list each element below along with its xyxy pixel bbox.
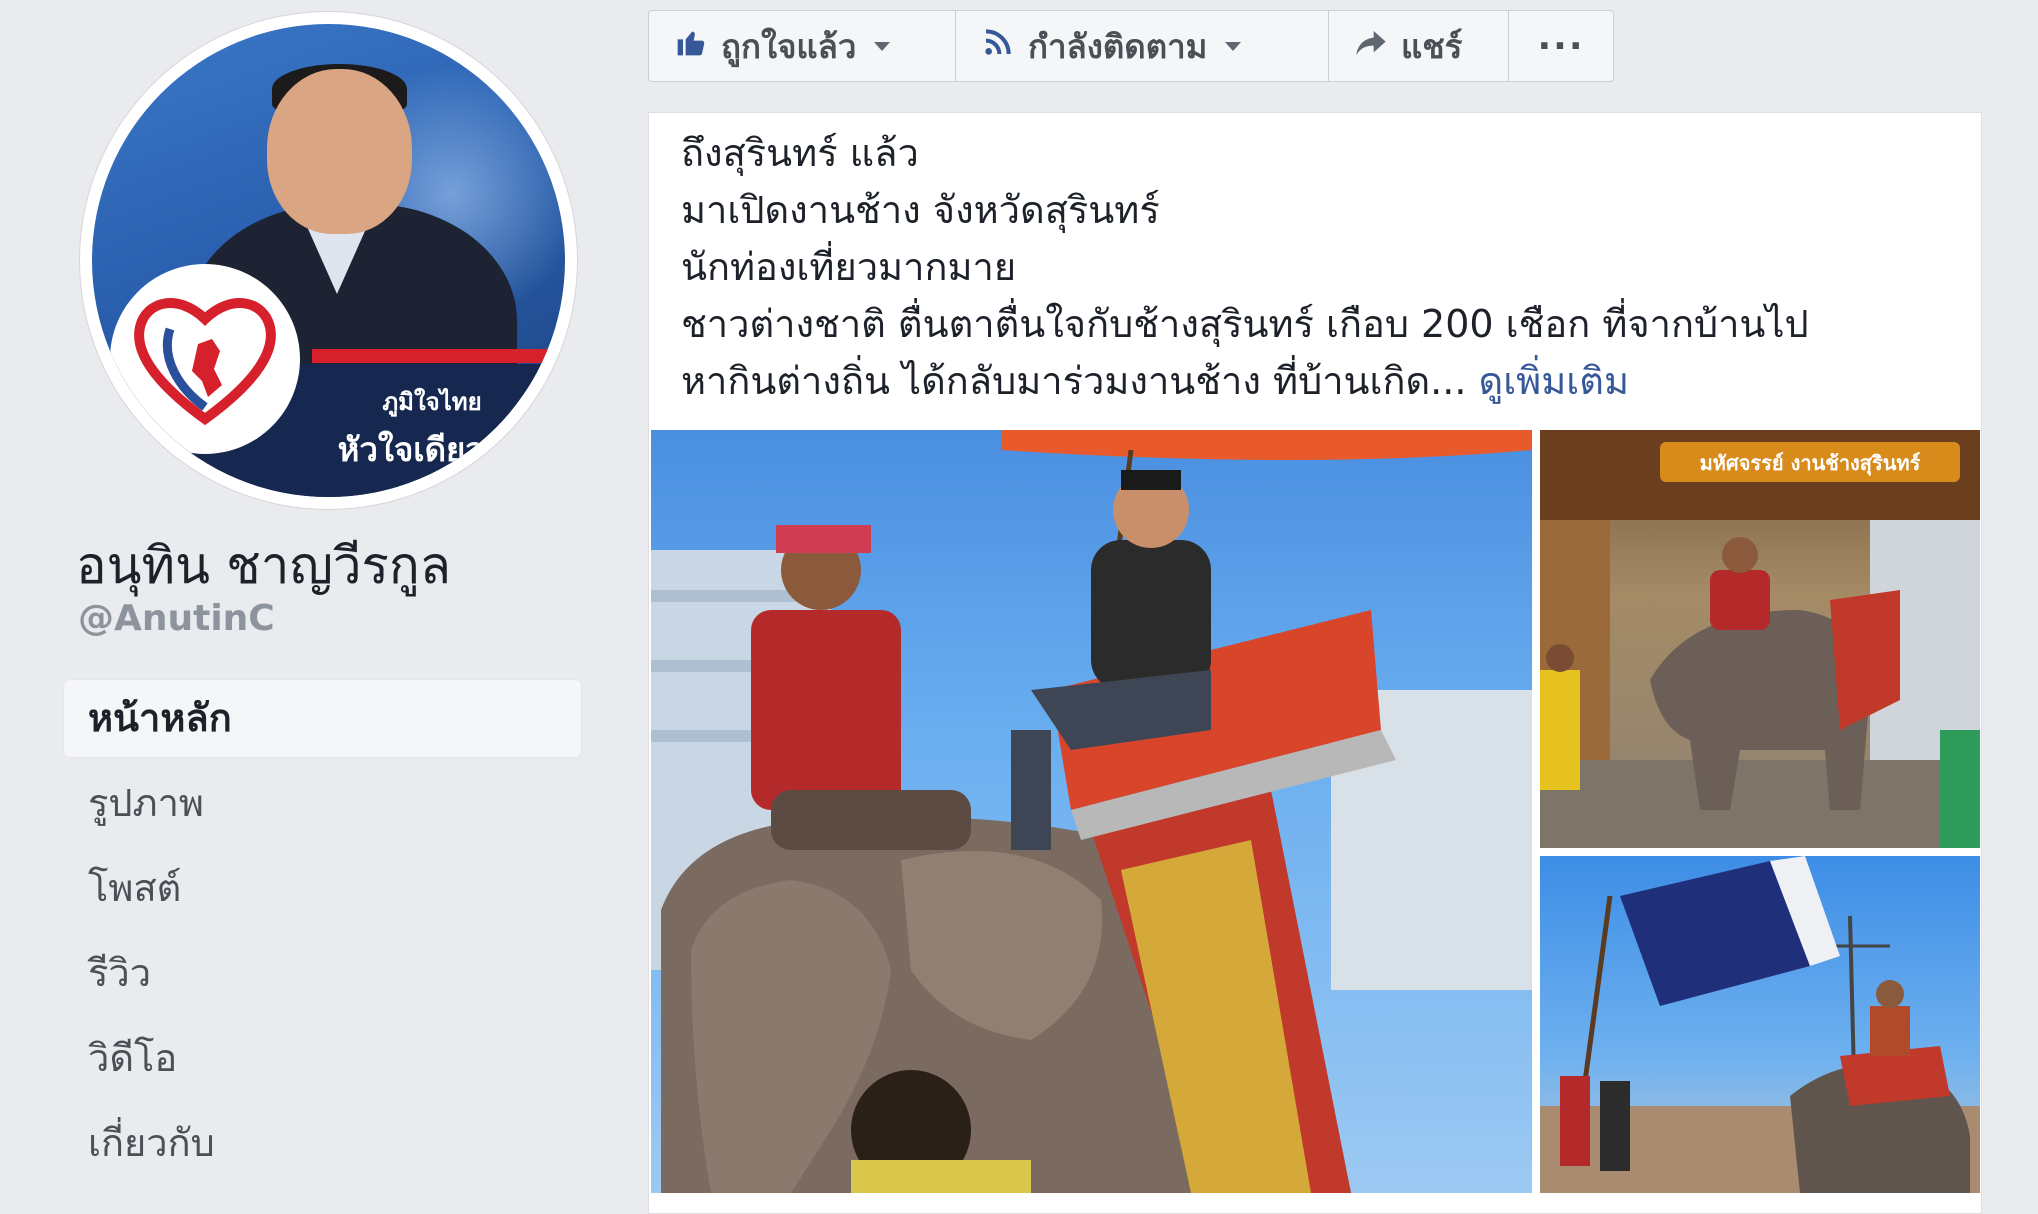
post-photo-parade[interactable]: มหัศจรรย์ งานช้างสุรินทร์ [1540, 430, 1980, 848]
post-photo-flag[interactable] [1540, 856, 1980, 1193]
post-message: ถึงสุรินทร์ แล้ว มาเปิดงานช้าง จังหวัดสุ… [681, 125, 1961, 410]
party-logo-icon [110, 264, 300, 454]
nav-item-about[interactable]: เกี่ยวกับ [64, 1105, 581, 1182]
share-button[interactable]: แชร์ [1329, 11, 1509, 81]
post-line-2: มาเปิดงานช้าง จังหวัดสุรินทร์ [681, 188, 1160, 232]
profile-avatar[interactable]: ภูมิใจไทย หัวใจเดียวกัน [80, 12, 577, 509]
page-title[interactable]: อนุทิน ชาญวีรกูล [76, 525, 451, 606]
profile-photo: ภูมิใจไทย หัวใจเดียวกัน [92, 24, 565, 497]
post-line-1: ถึงสุรินทร์ แล้ว [681, 131, 919, 175]
event-banner-text: มหัศจรรย์ งานช้างสุรินทร์ [1700, 451, 1921, 476]
post-line-5-text: หากินต่างถิ่น ได้กลับมาร่วมงานช้าง ที่บ้… [681, 359, 1467, 403]
post-line-3: นักท่องเที่ยวมากมาย [681, 245, 1017, 289]
more-options-button[interactable]: ··· [1509, 11, 1613, 81]
nav-item-photos[interactable]: รูปภาพ [64, 765, 581, 842]
nav-item-posts[interactable]: โพสต์ [64, 850, 581, 927]
more-dots-icon: ··· [1537, 25, 1585, 67]
slogan-line-1: ภูมิใจไทย [382, 388, 482, 416]
nav-item-reviews[interactable]: รีวิว [64, 935, 581, 1012]
page-handle[interactable]: @AnutinC [78, 598, 275, 639]
share-arrow-icon [1355, 27, 1387, 66]
follow-label: กำลังติดตาม [1028, 26, 1208, 66]
like-button[interactable]: ถูกใจแล้ว [649, 11, 956, 81]
rss-icon [982, 26, 1014, 66]
nav-item-videos[interactable]: วิดีโอ [64, 1020, 581, 1097]
post-photo-main[interactable] [651, 430, 1532, 1193]
chevron-down-icon [1225, 41, 1242, 51]
left-sidebar: ภูมิใจไทย หัวใจเดียวกัน อนุทิน ชาญวีรกูล… [0, 0, 612, 1193]
party-slogan: ภูมิใจไทย หัวใจเดียวกัน [302, 382, 562, 476]
follow-button[interactable]: กำลังติดตาม [956, 11, 1329, 81]
nav-item-home[interactable]: หน้าหลัก [64, 680, 581, 757]
slogan-line-2: หัวใจเดียวกัน [337, 430, 527, 469]
chevron-down-icon [874, 41, 891, 51]
see-more-link[interactable]: ดูเพิ่มเติม [1479, 359, 1629, 403]
page-nav: หน้าหลัก รูปภาพ โพสต์ รีวิว วิดีโอ เกี่ย… [64, 680, 581, 1190]
page-action-bar: ถูกใจแล้ว กำลังติดตาม แชร์ ··· [648, 10, 1614, 82]
post-line-5: หากินต่างถิ่น ได้กลับมาร่วมงานช้าง ที่บ้… [681, 353, 1961, 410]
like-label: ถูกใจแล้ว [721, 26, 857, 66]
share-label: แชร์ [1401, 26, 1463, 66]
thumbs-up-icon [675, 26, 707, 66]
post-line-4: ชาวต่างชาติ ตื่นตาตื่นใจกับช้างสุรินทร์ … [681, 302, 1809, 346]
